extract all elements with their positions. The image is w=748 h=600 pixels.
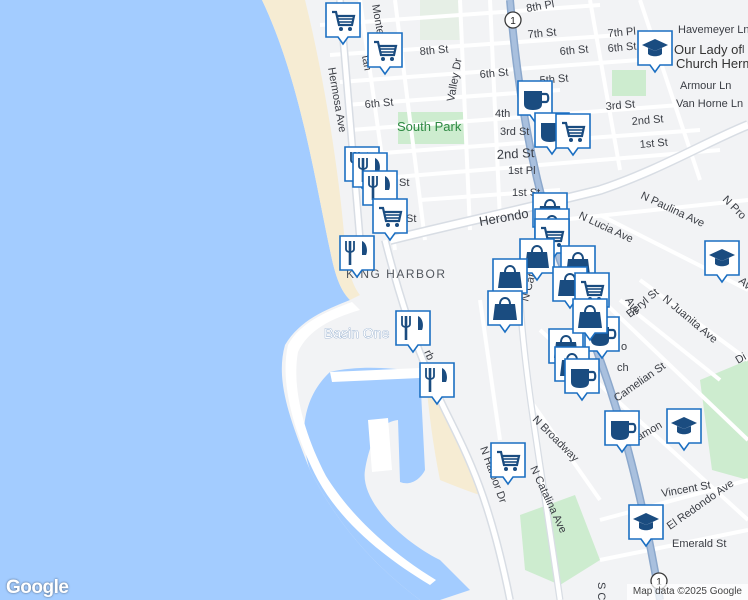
place-label-south-park: South Park bbox=[397, 119, 462, 134]
park-north bbox=[420, 0, 460, 40]
street-label-6th-st-a: 6th St bbox=[559, 44, 589, 58]
street-label-fragment-st: St bbox=[399, 177, 409, 189]
street-label-8th-st: 8th St bbox=[419, 44, 449, 58]
street-label-7th-st: 7th St bbox=[527, 27, 557, 41]
poi-label-our-lady-line2: Church Herm bbox=[676, 56, 748, 71]
street-label-fragment-o: o bbox=[621, 341, 627, 353]
street-label-7th-pl: 7th Pl bbox=[607, 26, 636, 40]
street-label-1st-pl: 1st Pl bbox=[508, 165, 536, 177]
street-label-van-horne: Van Horne Ln bbox=[676, 98, 743, 110]
poi-label-our-lady-line1: Our Lady of bbox=[674, 42, 742, 57]
map-canvas[interactable]: 1 1 8th Pl 8th St 7th St 7th Pl 6th St 6… bbox=[0, 0, 748, 600]
street-label-6th-st-b: 6th St bbox=[607, 41, 637, 55]
svg-text:1: 1 bbox=[510, 16, 516, 27]
street-label-6th-st-d: 6th St bbox=[479, 67, 509, 81]
street-label-3rd-st-b: 3rd St bbox=[605, 98, 635, 113]
place-label-basin-one: Basin One bbox=[324, 325, 390, 341]
park-east bbox=[612, 70, 646, 96]
google-logo: Google bbox=[6, 577, 69, 598]
street-label-fragment-ch: ch bbox=[617, 362, 629, 374]
pier bbox=[368, 418, 392, 472]
street-label-6th-st-c: 6th St bbox=[364, 97, 394, 111]
street-label-fragment-s-c: S C bbox=[595, 582, 607, 600]
street-label-3rd-st-a: 3rd St bbox=[500, 126, 529, 138]
street-label-2nd-st-a: 2nd St bbox=[496, 145, 535, 162]
street-label-havemeyer: Havemeyer Ln bbox=[678, 24, 748, 36]
street-label-armour: Armour Ln bbox=[680, 80, 731, 92]
street-label-emerald: Emerald St bbox=[672, 538, 726, 550]
route-shield-1-north: 1 bbox=[504, 11, 522, 29]
street-label-fragment-l: l bbox=[742, 44, 744, 56]
street-label-4th: 4th bbox=[495, 108, 510, 120]
map-attribution[interactable]: Map data ©2025 Google bbox=[626, 584, 748, 600]
street-label-1st-st-b: 1st St bbox=[639, 137, 668, 151]
